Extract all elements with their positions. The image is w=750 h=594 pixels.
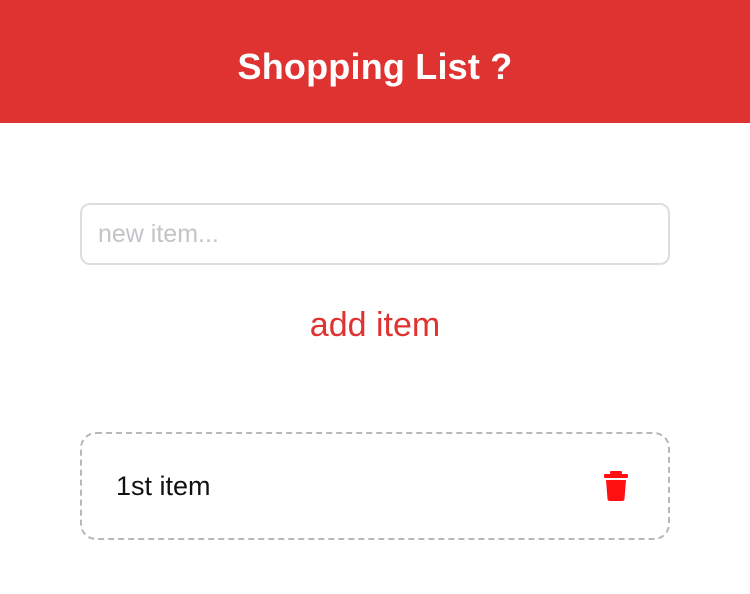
list-item: 1st item: [80, 432, 670, 540]
app-header: Shopping List ?: [0, 0, 750, 123]
delete-item-button[interactable]: [598, 464, 634, 508]
new-item-input[interactable]: [80, 203, 670, 265]
trash-icon[interactable]: [604, 471, 628, 501]
add-item-button[interactable]: add item: [250, 298, 500, 352]
page-title: Shopping List ?: [237, 45, 513, 87]
list-item-label: 1st item: [116, 470, 211, 501]
app-root: Shopping List ? add item 1st item: [0, 0, 750, 594]
item-list: 1st item: [80, 432, 670, 540]
